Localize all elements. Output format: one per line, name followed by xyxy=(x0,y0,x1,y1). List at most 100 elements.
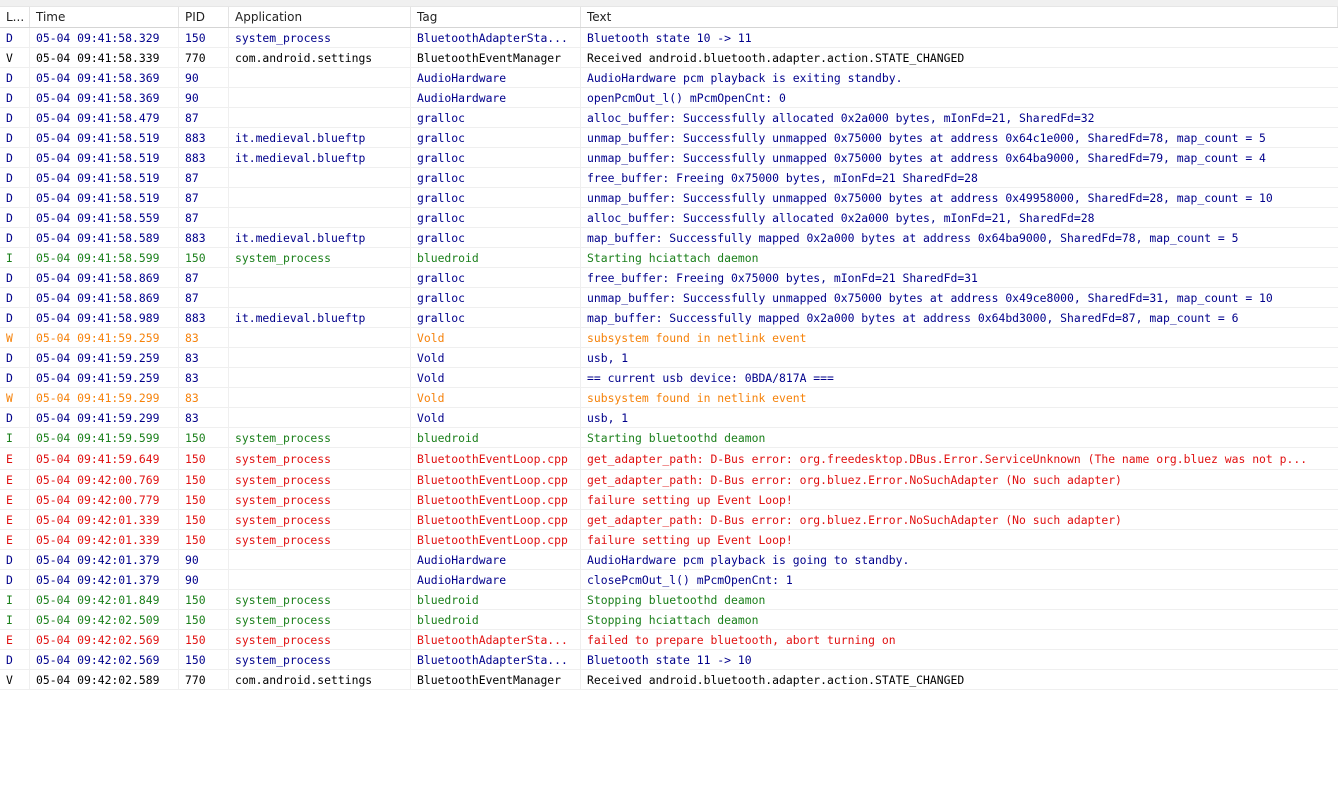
log-level: D xyxy=(0,128,30,147)
log-tag: bluedroid xyxy=(411,428,581,447)
column-header-level[interactable]: L... xyxy=(0,7,30,27)
log-text: unmap_buffer: Successfully unmapped 0x75… xyxy=(587,150,1266,165)
log-row[interactable]: D 05-04 09:41:58.519 87 gralloc unmap_buffer… xyxy=(0,188,1338,208)
log-time: 05-04 09:42:02.589 xyxy=(30,670,179,689)
log-tag: Vold xyxy=(411,408,581,427)
log-row[interactable]: D 05-04 09:41:58.869 87 gralloc unmap_buffer… xyxy=(0,288,1338,308)
log-tag: BluetoothEventLoop.cpp xyxy=(411,490,581,509)
log-tag: bluedroid xyxy=(411,610,581,629)
log-pid: 83 xyxy=(179,408,229,427)
log-pid: 883 xyxy=(179,128,229,147)
log-row[interactable]: D 05-04 09:41:58.369 90 AudioHardware openPc… xyxy=(0,88,1338,108)
log-row[interactable]: D 05-04 09:41:58.519 87 gralloc free_buffer:… xyxy=(0,168,1338,188)
log-row[interactable]: D 05-04 09:42:01.379 90 AudioHardware closeP… xyxy=(0,570,1338,590)
log-text: Received android.bluetooth.adapter.actio… xyxy=(587,672,965,687)
log-row[interactable]: I 05-04 09:41:58.599 150 system_process blue… xyxy=(0,248,1338,268)
log-pid: 150 xyxy=(179,530,229,549)
log-row[interactable]: D 05-04 09:42:02.569 150 system_process Blue… xyxy=(0,650,1338,670)
log-row[interactable]: D 05-04 09:41:59.299 83 Vold usb, 1 xyxy=(0,408,1338,428)
log-pid: 883 xyxy=(179,148,229,167)
log-row[interactable]: D 05-04 09:41:58.559 87 gralloc alloc_buffer… xyxy=(0,208,1338,228)
log-row[interactable]: E 05-04 09:42:02.569 150 system_process Blue… xyxy=(0,630,1338,650)
log-level: D xyxy=(0,268,30,287)
log-row[interactable]: I 05-04 09:42:01.849 150 system_process blue… xyxy=(0,590,1338,610)
log-text: unmap_buffer: Successfully unmapped 0x75… xyxy=(587,130,1266,145)
log-pid: 83 xyxy=(179,388,229,407)
column-header-application[interactable]: Application xyxy=(229,7,411,27)
log-row[interactable]: E 05-04 09:42:00.769 150 system_process Blue… xyxy=(0,470,1338,490)
log-time: 05-04 09:42:02.509 xyxy=(30,610,179,629)
log-level: D xyxy=(0,108,30,127)
log-pid: 150 xyxy=(179,490,229,509)
log-row[interactable]: D 05-04 09:41:58.329 150 system_process Blue… xyxy=(0,28,1338,48)
log-row[interactable]: D 05-04 09:41:58.369 90 AudioHardware AudioH… xyxy=(0,68,1338,88)
column-header-pid[interactable]: PID xyxy=(179,7,229,27)
log-level: D xyxy=(0,408,30,427)
log-time: 05-04 09:42:01.339 xyxy=(30,510,179,529)
log-level: D xyxy=(0,570,30,589)
log-level: D xyxy=(0,308,30,327)
log-text: AudioHardware pcm playback is going to s… xyxy=(587,552,910,567)
log-application: system_process xyxy=(229,28,411,47)
log-time: 05-04 09:41:59.649 xyxy=(30,448,179,469)
log-level: I xyxy=(0,428,30,447)
log-row[interactable]: I 05-04 09:42:02.509 150 system_process blue… xyxy=(0,610,1338,630)
log-time: 05-04 09:41:58.519 xyxy=(30,188,179,207)
log-tag: AudioHardware xyxy=(411,68,581,87)
log-tag: BluetoothAdapterSta... xyxy=(411,650,581,669)
log-text: map_buffer: Successfully mapped 0x2a000 … xyxy=(587,230,1239,245)
log-tag: gralloc xyxy=(411,148,581,167)
log-time: 05-04 09:42:01.379 xyxy=(30,570,179,589)
column-header-time[interactable]: Time xyxy=(30,7,179,27)
log-tag: Vold xyxy=(411,328,581,347)
log-row[interactable]: D 05-04 09:42:01.379 90 AudioHardware AudioH… xyxy=(0,550,1338,570)
log-pid: 90 xyxy=(179,68,229,87)
log-row[interactable]: W 05-04 09:41:59.299 83 Vold subsystem found… xyxy=(0,388,1338,408)
log-pid: 83 xyxy=(179,328,229,347)
log-pid: 150 xyxy=(179,650,229,669)
log-application: system_process xyxy=(229,470,411,489)
log-application: it.medieval.blueftp xyxy=(229,128,411,147)
log-row[interactable]: D 05-04 09:41:58.589 883 it.medieval.blueft… xyxy=(0,228,1338,248)
log-row[interactable]: E 05-04 09:42:01.339 150 system_process Blue… xyxy=(0,530,1338,550)
log-row[interactable]: D 05-04 09:41:59.259 83 Vold usb, 1 xyxy=(0,348,1338,368)
log-row[interactable]: E 05-04 09:42:00.779 150 system_process Blue… xyxy=(0,490,1338,510)
column-header-tag[interactable]: Tag xyxy=(411,7,581,27)
log-tag: gralloc xyxy=(411,128,581,147)
log-application: system_process xyxy=(229,630,411,649)
column-header-text[interactable]: Text xyxy=(581,7,1338,27)
log-tag: gralloc xyxy=(411,308,581,327)
log-row[interactable]: D 05-04 09:41:58.519 883 it.medieval.blueft… xyxy=(0,148,1338,168)
log-tag: BluetoothEventManager xyxy=(411,670,581,689)
log-application: system_process xyxy=(229,590,411,609)
log-tag: gralloc xyxy=(411,108,581,127)
log-time: 05-04 09:41:59.299 xyxy=(30,408,179,427)
log-text: usb, 1 xyxy=(587,410,629,425)
log-row[interactable]: D 05-04 09:41:58.479 87 gralloc alloc_buffer… xyxy=(0,108,1338,128)
log-row[interactable]: V 05-04 09:42:02.589 770 com.android.settin… xyxy=(0,670,1338,690)
log-level: D xyxy=(0,148,30,167)
log-level: D xyxy=(0,228,30,247)
log-row[interactable]: V 05-04 09:41:58.339 770 com.android.settin… xyxy=(0,48,1338,68)
log-row[interactable]: D 05-04 09:41:58.519 883 it.medieval.blueft… xyxy=(0,128,1338,148)
log-level: E xyxy=(0,510,30,529)
log-pid: 87 xyxy=(179,188,229,207)
log-row[interactable]: W 05-04 09:41:59.259 83 Vold subsystem found… xyxy=(0,328,1338,348)
log-row[interactable]: I 05-04 09:41:59.599 150 system_process blue… xyxy=(0,428,1338,448)
log-row[interactable]: D 05-04 09:41:58.989 883 it.medieval.blueft… xyxy=(0,308,1338,328)
log-row[interactable]: E 05-04 09:42:01.339 150 system_process Blue… xyxy=(0,510,1338,530)
log-tag: BluetoothAdapterSta... xyxy=(411,28,581,47)
log-row[interactable]: E 05-04 09:41:59.649 150 system_process Blue… xyxy=(0,448,1338,470)
log-pid: 150 xyxy=(179,428,229,447)
log-text: alloc_buffer: Successfully allocated 0x2… xyxy=(587,110,1095,125)
log-tag: gralloc xyxy=(411,188,581,207)
log-level: D xyxy=(0,208,30,227)
log-text: free_buffer: Freeing 0x75000 bytes, mIon… xyxy=(587,170,978,185)
log-time: 05-04 09:41:58.369 xyxy=(30,68,179,87)
log-pid: 83 xyxy=(179,348,229,367)
log-application xyxy=(229,88,411,107)
log-pid: 150 xyxy=(179,510,229,529)
log-row[interactable]: D 05-04 09:41:58.869 87 gralloc free_buffer:… xyxy=(0,268,1338,288)
log-row[interactable]: D 05-04 09:41:59.259 83 Vold == current usb … xyxy=(0,368,1338,388)
log-time: 05-04 09:42:01.379 xyxy=(30,550,179,569)
